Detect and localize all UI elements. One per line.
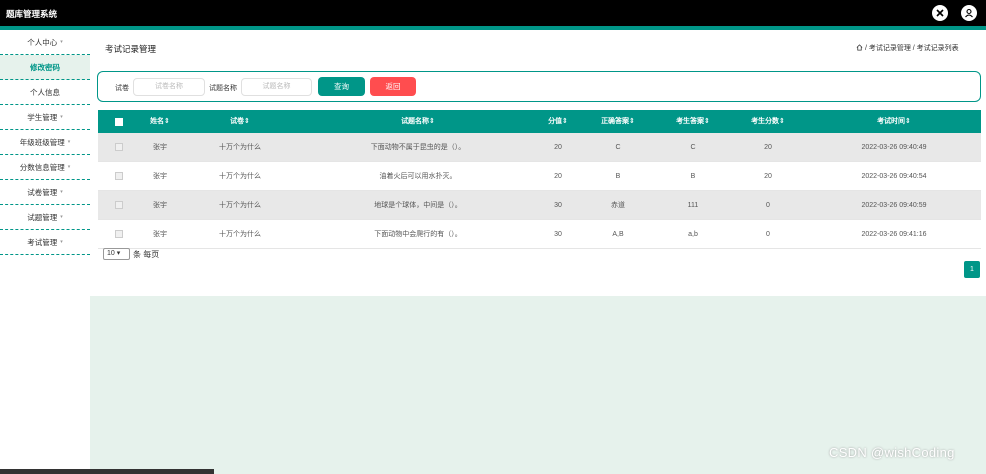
chevron-down-icon: ▾ (60, 39, 63, 45)
sidebar-item-label: 学生管理 (27, 112, 58, 122)
question-label: 试题名称 (209, 85, 237, 92)
cell-student-answer: C (690, 144, 696, 151)
cell-student-score: 0 (766, 202, 770, 209)
sidebar-item-personal-center[interactable]: 个人中心 ▾ (0, 30, 90, 55)
sidebar-item-label: 个人信息 (30, 87, 60, 97)
row-checkbox[interactable] (115, 230, 123, 238)
cell-student-score: 20 (764, 144, 772, 151)
cell-paper: 十万个为什么 (219, 202, 261, 209)
sidebar-item-papers[interactable]: 试卷管理 ▾ (0, 180, 90, 205)
cell-correct-answer: 赤道 (611, 202, 625, 209)
question-name-input[interactable]: 试题名称 (241, 78, 312, 96)
cell-name: 张宇 (153, 144, 167, 151)
taskbar-strip (0, 469, 214, 474)
chevron-down-icon: ▾ (67, 164, 71, 170)
cell-exam-time: 2022-03-26 09:40:54 (861, 173, 927, 180)
top-bar: 题库管理系统 (0, 0, 986, 26)
home-icon[interactable] (856, 44, 863, 51)
sidebar-item-label: 考试管理 (27, 237, 58, 247)
sidebar-item-exams[interactable]: 考试管理 ▾ (0, 230, 90, 255)
cell-student-answer: 111 (687, 202, 699, 209)
watermark: CSDN @wishCoding (829, 445, 955, 460)
paper-name-input[interactable]: 试卷名称 (133, 78, 205, 96)
cell-student-answer: a,b (688, 231, 698, 238)
sidebar-item-questions[interactable]: 试题管理 ▾ (0, 205, 90, 230)
cell-score-value: 20 (554, 144, 562, 151)
cell-score-value: 30 (554, 202, 562, 209)
row-checkbox[interactable] (115, 143, 123, 151)
breadcrumb-path: / 考试记录管理 / 考试记录列表 (863, 45, 959, 52)
paper-label: 试卷 (115, 85, 129, 92)
column-header-correct-answer[interactable]: 正确答案⇕ (588, 110, 648, 133)
cell-correct-answer: C (615, 144, 621, 151)
sidebar-item-label: 试卷管理 (27, 187, 58, 197)
cell-question: 下面动物不属于昆虫的是（）。 (370, 144, 466, 151)
cell-student-answer: B (690, 173, 696, 180)
cell-question: 下面动物中会爬行的有（）。 (374, 231, 462, 238)
page-size-select[interactable]: 10 ▾ (103, 248, 130, 260)
sidebar-item-students[interactable]: 学生管理 ▾ (0, 105, 90, 130)
sidebar: 个人中心 ▾ 修改密码 个人信息 学生管理 ▾ 年级班级管理 ▾ 分数信息管理 ▾ 试卷… (0, 30, 90, 474)
cell-name: 张宇 (153, 231, 167, 238)
cell-paper: 十万个为什么 (219, 231, 261, 238)
column-header-exam-time[interactable]: 考试时间⇕ (844, 110, 944, 133)
select-all-checkbox[interactable] (115, 118, 123, 126)
close-icon[interactable] (932, 5, 948, 21)
cell-exam-time: 2022-03-26 09:40:59 (861, 202, 927, 209)
per-page-label: 条 每页 (133, 249, 160, 259)
app-title: 题库管理系统 (6, 9, 58, 19)
sidebar-item-scores[interactable]: 分数信息管理 ▾ (0, 155, 90, 180)
sidebar-item-grade-class[interactable]: 年级班级管理 ▾ (0, 130, 90, 155)
cell-student-score: 20 (764, 173, 772, 180)
chevron-down-icon: ▾ (67, 139, 71, 145)
column-header-question[interactable]: 试题名称⇕ (338, 110, 498, 133)
cell-score-value: 20 (554, 173, 562, 180)
chevron-down-icon: ▾ (60, 214, 63, 220)
table-row[interactable]: 张宇 十万个为什么 下面动物中会爬行的有（）。 30 A,B a,b 0 202… (98, 220, 981, 249)
column-header-student-answer[interactable]: 考生答案⇕ (663, 110, 723, 133)
cell-question: 地球是个球体，中间是（）。 (374, 202, 462, 209)
row-checkbox[interactable] (115, 172, 123, 180)
cell-exam-time: 2022-03-26 09:40:49 (861, 144, 927, 151)
table-row[interactable]: 张宇 十万个为什么 油着火后可以用水扑灭。 20 B B 20 2022-03-… (98, 162, 981, 191)
cell-name: 张宇 (153, 202, 167, 209)
row-checkbox[interactable] (115, 201, 123, 209)
user-icon[interactable] (961, 5, 977, 21)
table-row[interactable]: 张宇 十万个为什么 下面动物不属于昆虫的是（）。 20 C C 20 2022-… (98, 133, 981, 162)
breadcrumb: / 考试记录管理 / 考试记录列表 (856, 43, 959, 53)
sidebar-item-change-password[interactable]: 修改密码 (0, 55, 90, 80)
column-header-student-score[interactable]: 考生分数⇕ (738, 110, 798, 133)
cell-paper: 十万个为什么 (219, 144, 261, 151)
page-button-current[interactable]: 1 (964, 261, 980, 278)
sidebar-item-label: 年级班级管理 (19, 137, 65, 147)
cell-correct-answer: A,B (612, 231, 624, 238)
column-header-paper[interactable]: 试卷⇕ (202, 110, 278, 133)
sidebar-item-label: 试题管理 (27, 212, 58, 222)
chevron-down-icon: ▾ (60, 189, 63, 195)
query-button[interactable]: 查询 (318, 77, 365, 96)
page-size-control: 10 ▾ 条 每页 (103, 248, 159, 260)
column-header-score-value[interactable]: 分值⇕ (538, 110, 578, 133)
cell-name: 张宇 (153, 173, 167, 180)
column-header-name[interactable]: 姓名⇕ (140, 110, 180, 133)
page-title: 考试记录管理 (105, 44, 157, 54)
sidebar-item-label: 个人中心 (27, 37, 58, 47)
chevron-down-icon: ▾ (60, 239, 63, 245)
back-button[interactable]: 返回 (370, 77, 416, 96)
cell-paper: 十万个为什么 (219, 173, 261, 180)
sidebar-item-label: 修改密码 (30, 62, 60, 72)
chevron-down-icon: ▾ (60, 114, 63, 120)
cell-student-score: 0 (766, 231, 770, 238)
cell-question: 油着火后可以用水扑灭。 (379, 173, 457, 180)
cell-score-value: 30 (554, 231, 562, 238)
table-row[interactable]: 张宇 十万个为什么 地球是个球体，中间是（）。 30 赤道 111 0 2022… (98, 191, 981, 220)
table-header: 姓名⇕ 试卷⇕ 试题名称⇕ 分值⇕ 正确答案⇕ 考生答案⇕ 考生分数⇕ 考试时间… (98, 110, 981, 133)
cell-correct-answer: B (615, 173, 621, 180)
cell-exam-time: 2022-03-26 09:41:16 (861, 231, 927, 238)
sidebar-item-personal-info[interactable]: 个人信息 (0, 80, 90, 105)
sidebar-item-label: 分数信息管理 (19, 162, 65, 172)
